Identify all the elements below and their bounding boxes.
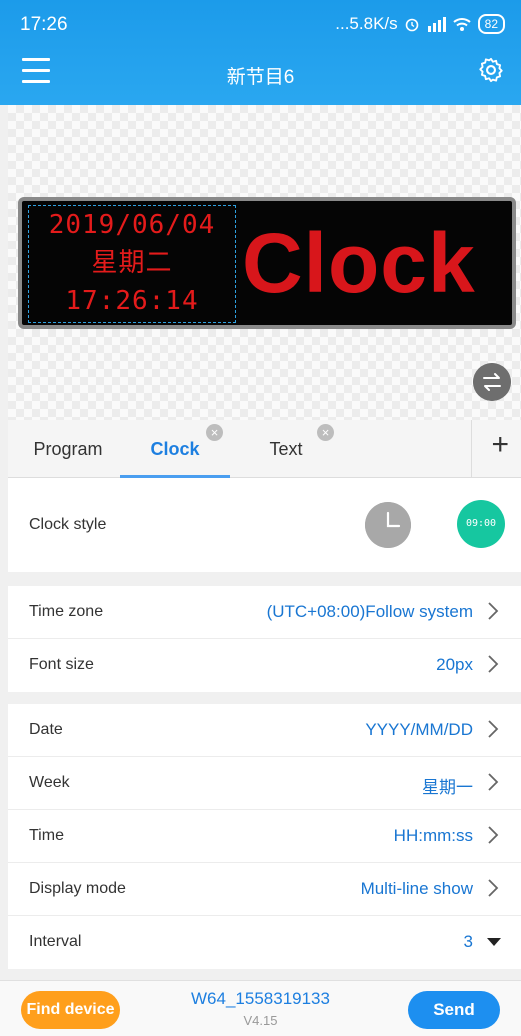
page-title: 新节目6 bbox=[226, 67, 295, 88]
area-tabs: Program Clock × Text × + bbox=[8, 420, 521, 478]
chevron-right-icon bbox=[488, 602, 499, 620]
top-bar: 17:26 ...5.8K/s 82 新节目6 bbox=[0, 0, 521, 105]
led-clock-week: 星期二 bbox=[91, 248, 173, 278]
week-value: 星期一 bbox=[422, 778, 473, 797]
close-clock-tab-icon[interactable]: × bbox=[206, 424, 223, 441]
digital-clock-icon[interactable]: 09:00 bbox=[457, 500, 505, 548]
led-clock-time: 17:26:14 bbox=[65, 286, 199, 316]
interval-label: Interval bbox=[29, 933, 82, 950]
tab-divider bbox=[471, 420, 472, 478]
led-clock-area[interactable]: 2019/06/04 星期二 17:26:14 bbox=[28, 205, 236, 323]
status-bar: 17:26 ...5.8K/s 82 bbox=[0, 0, 521, 50]
wifi-icon bbox=[452, 18, 471, 31]
time-label: Time bbox=[29, 827, 64, 844]
display-mode-label: Display mode bbox=[29, 880, 126, 897]
time-zone-row[interactable]: Time zone (UTC+08:00)Follow system bbox=[8, 586, 521, 639]
font-size-value: 20px bbox=[436, 655, 473, 674]
led-clock-date: 2019/06/04 bbox=[48, 210, 216, 240]
interval-value: 3 bbox=[463, 932, 473, 951]
time-value: HH:mm:ss bbox=[393, 826, 473, 845]
chevron-right-icon bbox=[488, 655, 499, 673]
interval-row[interactable]: Interval 3 bbox=[8, 916, 521, 969]
time-zone-label: Time zone bbox=[29, 603, 104, 620]
signal-icon bbox=[427, 17, 446, 32]
chevron-right-icon bbox=[488, 773, 499, 791]
clock-style-row: Clock style 09:00 bbox=[8, 478, 521, 572]
display-mode-value: Multi-line show bbox=[360, 879, 473, 898]
close-text-tab-icon[interactable]: × bbox=[317, 424, 334, 441]
led-screen: 2019/06/04 星期二 17:26:14 Clock bbox=[18, 197, 516, 329]
clock-style-label: Clock style bbox=[29, 516, 107, 533]
status-indicators: ...5.8K/s 82 bbox=[335, 14, 505, 34]
display-mode-row[interactable]: Display mode Multi-line show bbox=[8, 863, 521, 916]
tab-program[interactable]: Program bbox=[18, 420, 118, 478]
week-row[interactable]: Week 星期一 bbox=[8, 757, 521, 810]
alarm-icon bbox=[405, 18, 418, 32]
program-preview: 2019/06/04 星期二 17:26:14 Clock bbox=[8, 105, 521, 420]
dropdown-caret-icon[interactable] bbox=[487, 938, 501, 946]
chevron-right-icon bbox=[488, 879, 499, 897]
font-size-label: Font size bbox=[29, 656, 94, 673]
send-button[interactable]: Send bbox=[408, 991, 500, 1029]
network-speed: ...5.8K/s bbox=[335, 14, 398, 33]
settings-group-2: Date YYYY/MM/DD Week 星期一 Time HH:mm:ss D… bbox=[8, 704, 521, 969]
date-label: Date bbox=[29, 721, 63, 738]
led-text-area[interactable]: Clock bbox=[242, 201, 476, 325]
clock-style-panel: Clock style 09:00 bbox=[8, 478, 521, 572]
battery-indicator: 82 bbox=[477, 14, 505, 34]
date-row[interactable]: Date YYYY/MM/DD bbox=[8, 704, 521, 757]
gear-icon[interactable] bbox=[477, 56, 505, 84]
chevron-right-icon bbox=[488, 826, 499, 844]
bottom-bar: Find device W64_1558319133 V4.15 Send bbox=[0, 980, 521, 1036]
analog-clock-icon[interactable] bbox=[365, 502, 411, 548]
settings-group-1: Time zone (UTC+08:00)Follow system Font … bbox=[8, 586, 521, 692]
time-zone-value: (UTC+08:00)Follow system bbox=[266, 602, 473, 621]
status-time: 17:26 bbox=[20, 14, 68, 35]
time-row[interactable]: Time HH:mm:ss bbox=[8, 810, 521, 863]
add-tab-icon[interactable]: + bbox=[491, 428, 509, 462]
swap-icon[interactable] bbox=[473, 363, 511, 401]
date-value: YYYY/MM/DD bbox=[365, 720, 473, 739]
font-size-row[interactable]: Font size 20px bbox=[8, 639, 521, 692]
week-label: Week bbox=[29, 774, 70, 791]
chevron-right-icon bbox=[488, 720, 499, 738]
app-bar: 新节目6 bbox=[0, 50, 521, 105]
